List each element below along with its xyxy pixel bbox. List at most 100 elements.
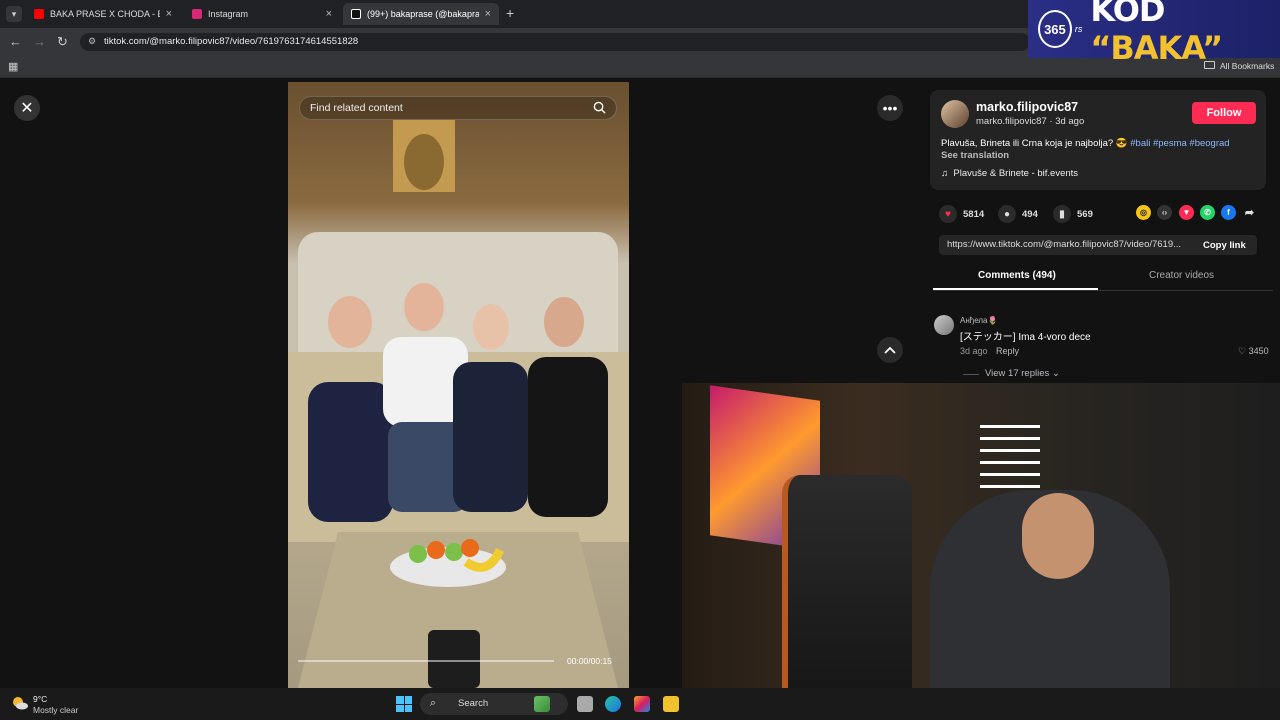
tab-label: (99+) bakaprase (@bakaprase) |: [367, 9, 479, 19]
tab-creator-videos[interactable]: Creator videos: [1149, 270, 1214, 281]
save-stat[interactable]: ▮ 569: [1053, 205, 1093, 223]
person-face: [473, 304, 509, 350]
embed-icon[interactable]: ‹›: [1157, 205, 1172, 220]
send-icon[interactable]: ▼: [1179, 205, 1194, 220]
forward-icon[interactable]: →: [33, 34, 46, 49]
coin-share-icon[interactable]: ◎: [1136, 205, 1151, 220]
close-icon: ✕: [20, 100, 34, 117]
person-face: [404, 283, 444, 331]
more-icon: •••: [882, 100, 898, 116]
search-placeholder: Find related content: [310, 102, 403, 114]
heart-outline-icon: ♡: [1238, 346, 1247, 356]
camera: [428, 630, 480, 688]
brand-suffix: rs: [1074, 24, 1083, 34]
edge-icon[interactable]: [605, 696, 621, 712]
comment-stat[interactable]: ● 494: [998, 205, 1038, 223]
taskbar-search-label: Search: [458, 698, 489, 709]
search-icon: ⌕: [430, 697, 437, 709]
replies-line: [963, 374, 979, 375]
new-tab-button[interactable]: +: [506, 5, 514, 21]
promo-code-prefix: KOD: [1090, 0, 1165, 29]
tab-label: Instagram: [208, 9, 249, 19]
webcam-gaming-chair: [782, 475, 912, 715]
tab-divider: [933, 290, 1273, 291]
previous-video-button[interactable]: [877, 337, 903, 363]
commenter-avatar[interactable]: [934, 315, 954, 335]
youtube-icon: [34, 9, 44, 19]
comment-text: [ステッカー] Ima 4-voro dece: [960, 332, 1091, 343]
follow-button[interactable]: Follow: [1192, 102, 1256, 124]
browser-tab-tiktok[interactable]: (99+) bakaprase (@bakaprase) | ×: [343, 3, 499, 25]
close-tab-icon[interactable]: ×: [326, 8, 332, 20]
close-video-button[interactable]: ✕: [14, 95, 40, 121]
comment-likes[interactable]: ♡ 3450: [1238, 346, 1269, 357]
music-title: Plavuše & Brinete - bif.events: [953, 168, 1079, 179]
video-progress-bar[interactable]: [298, 660, 554, 662]
comment-time: 3d ago: [960, 346, 988, 356]
promo-banner: 365 rs KOD “BAKA”: [1028, 0, 1280, 67]
orange: [461, 539, 479, 557]
brand-logo: 365: [1038, 10, 1072, 48]
back-icon[interactable]: ←: [9, 34, 22, 49]
reload-icon[interactable]: ↻: [57, 34, 68, 50]
file-explorer-icon[interactable]: [663, 696, 679, 712]
address-bar[interactable]: ⚙ tiktok.com/@marko.filipovic87/video/76…: [80, 33, 1030, 51]
comment-like-count: 3450: [1248, 346, 1269, 356]
webcam-light-panel: [980, 425, 1040, 497]
video-time: 00:00/00:15: [567, 656, 612, 666]
task-view-icon[interactable]: [577, 696, 593, 712]
browser-tab-youtube[interactable]: BAKA PRASE X CHODA - BETMEN ×: [26, 3, 180, 25]
comment-icon: ●: [998, 205, 1016, 223]
tab-comments[interactable]: Comments (494): [978, 270, 1056, 281]
weather-temperature[interactable]: 9°C: [33, 694, 47, 704]
share-arrow-icon[interactable]: ➦: [1242, 205, 1257, 220]
widgets-icon[interactable]: [534, 696, 550, 712]
tiktok-icon: [351, 9, 361, 19]
search-icon[interactable]: [593, 101, 606, 114]
promo-code: KOD “BAKA”: [1090, 0, 1280, 67]
see-translation-link[interactable]: See translation: [941, 150, 1009, 161]
video-frame[interactable]: [288, 82, 629, 688]
copilot-icon[interactable]: [634, 696, 650, 712]
browser-tab-instagram[interactable]: Instagram ×: [184, 3, 340, 25]
apple: [409, 545, 427, 563]
copy-link-button[interactable]: Copy link: [1203, 240, 1246, 251]
heart-icon: ♥: [939, 205, 957, 223]
facebook-icon[interactable]: f: [1221, 205, 1236, 220]
comment-author[interactable]: Анђела🌷: [960, 316, 997, 325]
buddha-figure: [404, 134, 444, 190]
person-face: [544, 297, 584, 347]
find-related-search[interactable]: Find related content: [299, 96, 617, 120]
comment-reply-button[interactable]: Reply: [996, 346, 1019, 356]
comment-count: 494: [1022, 208, 1038, 220]
bookmark-icon: ▮: [1053, 205, 1071, 223]
windows-start-icon[interactable]: [396, 696, 412, 712]
tab-label: BAKA PRASE X CHODA - BETMEN: [50, 9, 160, 19]
hashtags[interactable]: #bali #pesma #beograd: [1130, 138, 1229, 149]
apps-grid-icon[interactable]: ▦: [8, 60, 18, 73]
post-description: Plavuša, Brineta ili Crna koja je najbol…: [941, 138, 1230, 149]
url-text: tiktok.com/@marko.filipovic87/video/7619…: [104, 36, 359, 47]
creator-username[interactable]: marko.filipovic87: [976, 100, 1078, 114]
music-info[interactable]: ♫ Plavuše & Brinete - bif.events: [941, 168, 1078, 179]
bookmarks-bar: ▦ All Bookmarks: [0, 56, 1280, 78]
creator-avatar[interactable]: [941, 100, 969, 128]
apple: [445, 543, 463, 561]
site-info-icon[interactable]: ⚙: [88, 36, 96, 47]
whatsapp-icon[interactable]: ✆: [1200, 205, 1215, 220]
person-face: [328, 296, 372, 348]
close-tab-icon[interactable]: ×: [485, 8, 491, 20]
orange: [427, 541, 445, 559]
more-options-button[interactable]: •••: [877, 95, 903, 121]
weather-moon-cloud-icon[interactable]: [12, 696, 28, 710]
weather-condition[interactable]: Mostly clear: [33, 705, 78, 715]
like-stat[interactable]: ♥ 5814: [939, 205, 984, 223]
description-text: Plavuša, Brineta ili Crna koja je najbol…: [941, 138, 1128, 149]
person-jacket: [453, 362, 528, 512]
view-replies-button[interactable]: View 17 replies ⌄: [985, 368, 1060, 379]
tab-search-dropdown[interactable]: ▾: [6, 6, 22, 22]
close-tab-icon[interactable]: ×: [166, 8, 172, 20]
post-link: https://www.tiktok.com/@marko.filipovic8…: [947, 239, 1182, 250]
person-dress: [528, 357, 608, 517]
video-scene: [288, 120, 629, 688]
